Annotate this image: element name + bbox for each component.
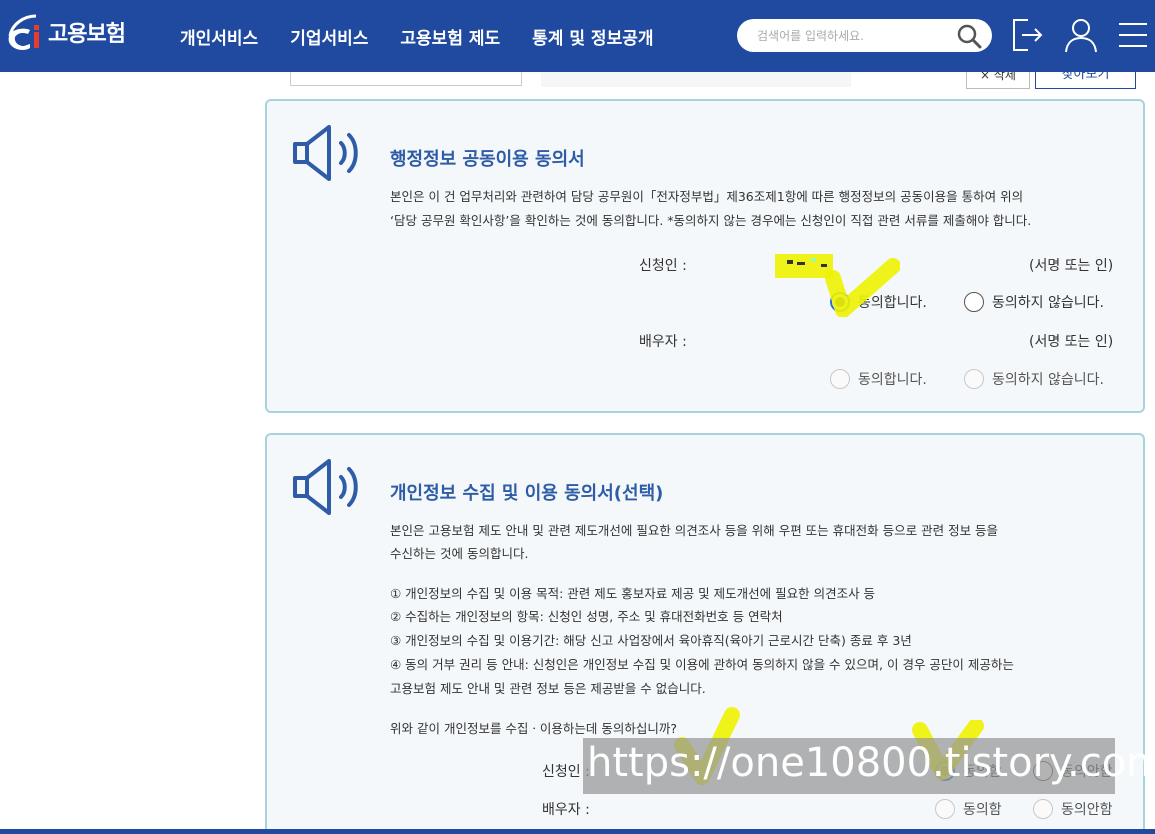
panel2-item: ② 수집하는 개인정보의 항목: 신청인 성명, 주소 및 휴대전화번호 등 연… [390, 609, 783, 624]
signature-note: (서명 또는 인) [1029, 334, 1114, 350]
spouse-disagree-radio[interactable] [964, 369, 984, 389]
search-box [737, 19, 992, 52]
logo-text: 고용보험 [48, 22, 126, 47]
spouse-label: 배우자 : [542, 802, 590, 818]
panel2-item: ④ 동의 거부 권리 등 안내: 신청인은 개인정보 수집 및 이용에 관하여 … [390, 657, 1014, 672]
panel2-item: ③ 개인정보의 수집 및 이용기간: 해당 신고 사업장에서 육아휴직(육아기 … [390, 633, 912, 648]
option-label: 동의안함 [1061, 802, 1113, 818]
p2-spouse-disagree-radio[interactable] [1033, 799, 1053, 819]
search-input[interactable] [757, 25, 947, 46]
logout-icon[interactable] [1010, 16, 1046, 54]
panel2-intro-line: 본인은 고용보험 제도 안내 및 관련 제도개선에 필요한 의견조사 등을 위해… [390, 523, 999, 538]
p2-spouse-agree-option[interactable]: 동의함 [935, 799, 1002, 819]
nav-statistics[interactable]: 통계 및 정보공개 [532, 24, 653, 49]
menu-icon[interactable] [1115, 16, 1151, 54]
bottom-bar [0, 829, 1155, 834]
speaker-icon [293, 125, 358, 181]
nav-business-services[interactable]: 기업서비스 [290, 24, 368, 49]
panel1-text-line: 본인은 이 건 업무처리와 관련하여 담당 공무원이「전자정부법」제36조제1항… [390, 189, 1024, 204]
panel1-title: 행정정보 공동이용 동의서 [390, 149, 585, 170]
applicant-disagree-option[interactable]: 동의하지 않습니다. [964, 292, 1104, 312]
ei-logo-icon [8, 14, 39, 50]
spouse-label: 배우자 : [639, 334, 687, 350]
search-icon[interactable] [956, 23, 982, 49]
signature-note: (서명 또는 인) [1029, 258, 1114, 274]
p2-spouse-disagree-option[interactable]: 동의안함 [1033, 799, 1113, 819]
main-nav: 개인서비스 기업서비스 고용보험 제도 통계 및 정보공개 [180, 24, 686, 49]
panel2-item: 고용보험 제도 안내 및 관련 정보 등은 제공받을 수 없습니다. [390, 681, 706, 696]
spouse-disagree-option[interactable]: 동의하지 않습니다. [964, 369, 1104, 389]
option-label: 동의합니다. [858, 372, 927, 388]
spouse-agree-option[interactable]: 동의합니다. [830, 369, 927, 389]
panel1-text-line: ‘담당 공무원 확인사항’을 확인하는 것에 동의합니다. *동의하지 않는 경… [390, 213, 1032, 228]
option-label: 동의하지 않습니다. [992, 295, 1104, 311]
panel2-item: ① 개인정보의 수집 및 이용 목적: 관련 제도 홍보자료 제공 및 제도개선… [390, 586, 876, 601]
top-header: 고용보험 개인서비스 기업서비스 고용보험 제도 통계 및 정보공개 [0, 0, 1155, 72]
applicant-disagree-radio[interactable] [964, 292, 984, 312]
panel2-intro-line: 수신하는 것에 동의합니다. [390, 546, 529, 561]
logo[interactable]: 고용보험 [6, 12, 126, 52]
speaker-icon [293, 459, 358, 515]
option-label: 동의함 [963, 802, 1002, 818]
user-icon[interactable] [1063, 16, 1099, 54]
applicant-label: 신청인 : [639, 258, 687, 274]
spouse-agree-radio[interactable] [830, 369, 850, 389]
admin-info-consent-panel: 행정정보 공동이용 동의서 본인은 이 건 업무처리와 관련하여 담당 공무원이… [265, 99, 1145, 413]
nav-insurance-system[interactable]: 고용보험 제도 [400, 24, 500, 49]
p2-spouse-agree-radio[interactable] [935, 799, 955, 819]
watermark-text: https://one10800.tistory.com [587, 740, 1155, 786]
panel2-title: 개인정보 수집 및 이용 동의서(선택) [390, 483, 664, 504]
nav-personal-services[interactable]: 개인서비스 [180, 24, 258, 49]
highlighter-checkmark [775, 254, 900, 317]
option-label: 동의하지 않습니다. [992, 372, 1104, 388]
watermark: https://one10800.tistory.com [583, 738, 1155, 794]
